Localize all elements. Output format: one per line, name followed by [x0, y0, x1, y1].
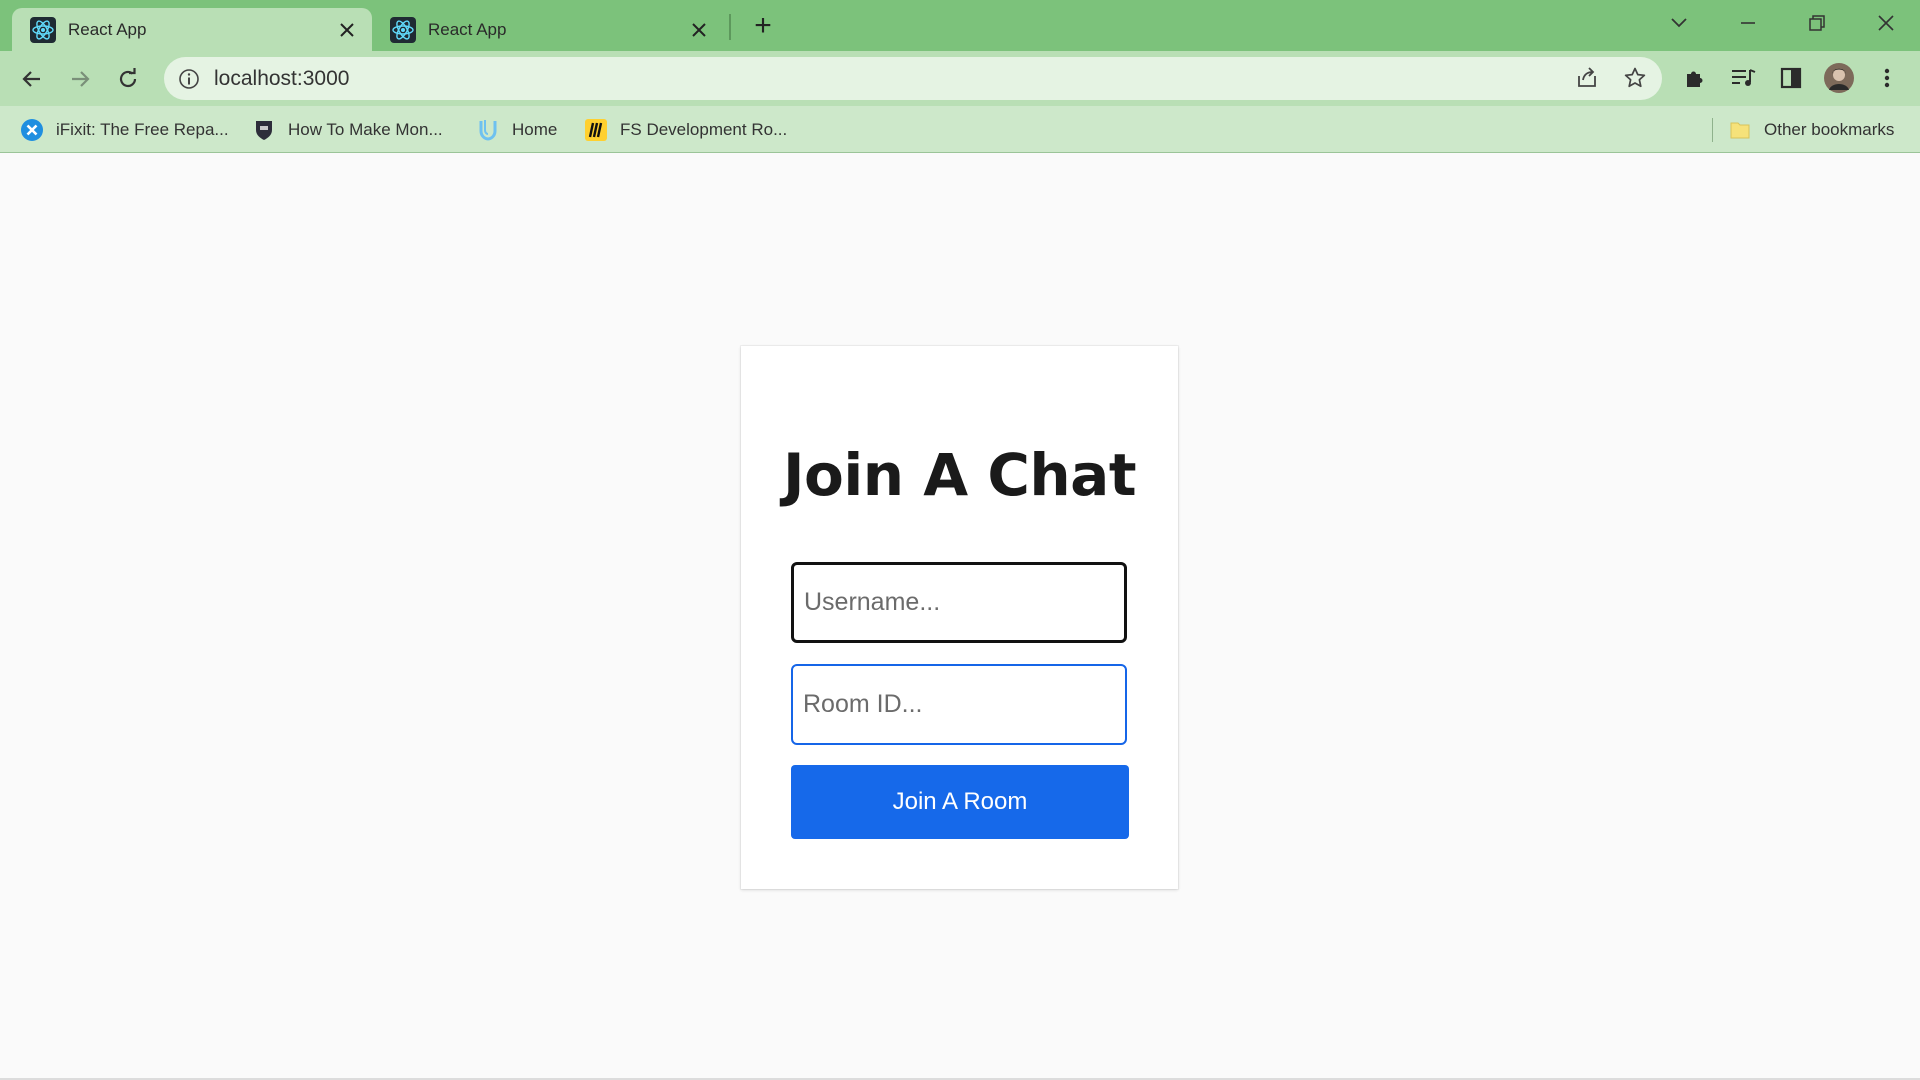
page-viewport: Join A Chat Join A Room	[0, 154, 1920, 1080]
tab-strip: React App React App +	[0, 0, 1920, 51]
bookmark-fs-development[interactable]: FS Development Ro...	[584, 106, 787, 153]
arrow-left-icon	[22, 71, 40, 87]
forward-button[interactable]	[62, 61, 98, 97]
reload-button[interactable]	[110, 61, 146, 97]
tab-react-app-active[interactable]: React App	[12, 8, 372, 51]
share-icon[interactable]	[1570, 61, 1604, 95]
miro-icon	[585, 118, 607, 141]
bookmark-label: iFixit: The Free Repa...	[56, 119, 229, 139]
browser-toolbar: localhost:3000	[0, 51, 1920, 106]
shield-icon	[256, 120, 272, 140]
bookmark-label: How To Make Mon...	[288, 119, 443, 139]
back-button[interactable]	[14, 61, 50, 97]
address-url: localhost:3000	[214, 66, 350, 90]
media-controls-icon[interactable]	[1726, 61, 1760, 95]
bookmark-how-to-make-money[interactable]: How To Make Mon...	[252, 106, 443, 153]
ifixit-icon	[21, 118, 43, 141]
join-chat-card: Join A Chat Join A Room	[741, 346, 1178, 889]
tab-search-chevron-icon[interactable]	[1659, 6, 1699, 40]
restore-icon[interactable]	[1797, 6, 1837, 40]
username-input[interactable]	[791, 562, 1127, 643]
extensions-puzzle-icon[interactable]	[1678, 61, 1712, 95]
new-tab-button[interactable]: +	[748, 11, 778, 42]
reload-icon	[119, 68, 137, 88]
info-icon[interactable]	[178, 68, 200, 90]
tab-title: React App	[68, 19, 147, 39]
other-bookmarks[interactable]: Other bookmarks	[1728, 106, 1894, 153]
other-bookmarks-label: Other bookmarks	[1764, 119, 1895, 139]
menu-kebab-icon[interactable]	[1870, 61, 1904, 95]
bookmark-home[interactable]: Home	[476, 106, 557, 153]
react-icon	[30, 16, 56, 43]
address-bar[interactable]: localhost:3000	[164, 57, 1662, 100]
close-window-icon[interactable]	[1866, 6, 1906, 40]
folder-icon	[1730, 122, 1750, 138]
tab-separator	[729, 14, 731, 40]
bookmarks-bar: iFixit: The Free Repa... How To Make Mon…	[0, 106, 1920, 153]
arrow-right-icon	[72, 71, 90, 87]
minimize-icon[interactable]	[1728, 6, 1768, 40]
bookmark-label: FS Development Ro...	[620, 119, 788, 139]
side-panel-icon[interactable]	[1774, 61, 1808, 95]
close-tab-icon[interactable]	[688, 19, 710, 41]
close-tab-icon[interactable]	[336, 19, 358, 41]
room-id-input[interactable]	[791, 664, 1127, 745]
tab-react-app[interactable]: React App	[372, 8, 724, 51]
udemy-icon	[479, 119, 497, 141]
bookmark-star-icon[interactable]	[1618, 61, 1652, 95]
bookmarks-separator	[1712, 118, 1713, 142]
tab-title: React App	[428, 19, 507, 39]
profile-avatar[interactable]	[1822, 61, 1856, 95]
bookmark-ifixit[interactable]: iFixit: The Free Repa...	[20, 106, 229, 153]
bookmark-label: Home	[512, 119, 558, 139]
react-icon	[390, 16, 416, 43]
page-title: Join A Chat	[782, 441, 1137, 509]
join-room-button[interactable]: Join A Room	[791, 765, 1129, 839]
